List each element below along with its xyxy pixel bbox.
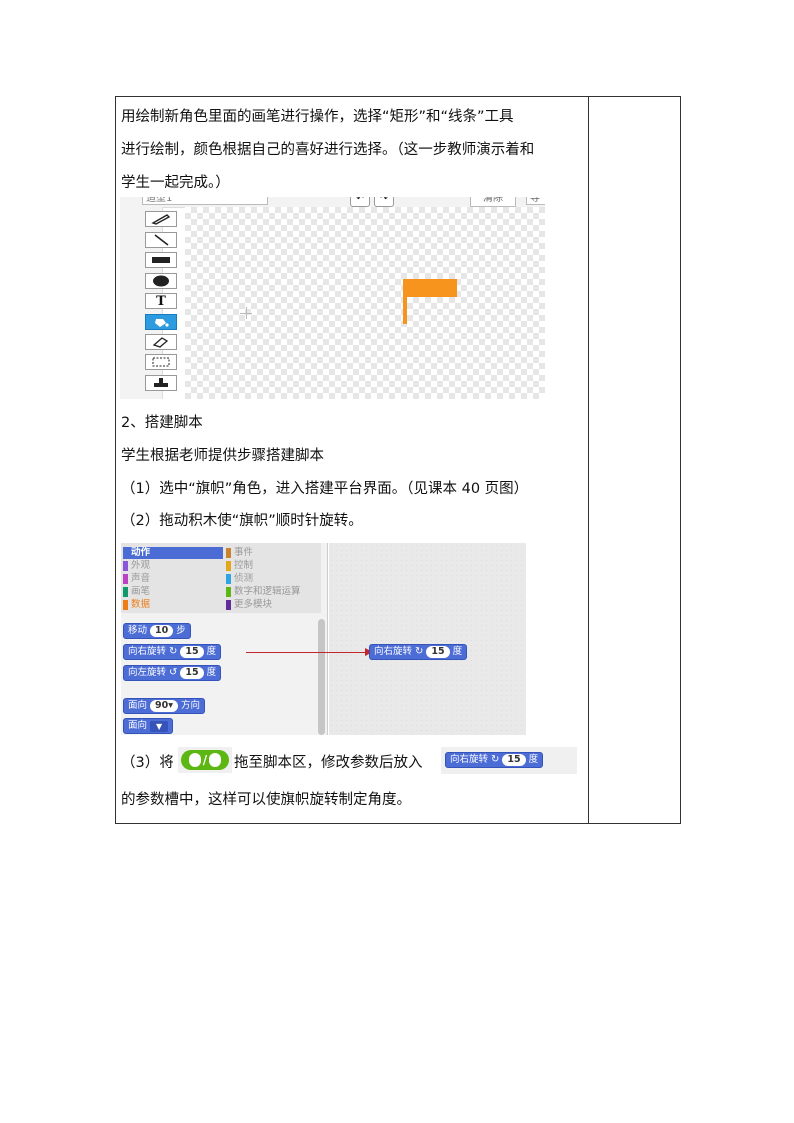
boolean-reporter-block[interactable]: / — [181, 750, 229, 770]
canvas-center-cross-v — [246, 307, 247, 319]
dragged-turn-clockwise-icon: ↻ — [415, 646, 424, 657]
undo-icon[interactable]: ↶ — [350, 197, 370, 207]
inline-deg-label: 度 — [528, 754, 539, 765]
fill-tool-icon[interactable] — [145, 314, 177, 330]
turn-counterclockwise-icon: ↺ — [169, 667, 178, 678]
scratch-blocks-screenshot: 动作 外观 声音 画笔 数据 事件 控制 侦测 数字和逻辑运算 更多模块 移动 … — [121, 543, 526, 735]
boolean-reporter-image: / — [178, 747, 232, 773]
turn-right-degrees-input[interactable]: 15 — [180, 646, 204, 658]
inline-degrees-input[interactable]: 15 — [502, 754, 526, 766]
inline-turn-right-block[interactable]: 向右旋转 ↻ 15 度 — [445, 752, 544, 768]
step-3-line2: 的参数槽中，这样可以使旗帜旋转制定角度。 — [121, 792, 411, 808]
clear-button[interactable]: 清除 — [470, 197, 516, 207]
move-steps-block[interactable]: 移动 10 步 — [123, 623, 191, 639]
paint-canvas[interactable] — [185, 207, 545, 399]
category-more-blocks[interactable]: 更多模块 — [226, 599, 272, 611]
turn-left-label: 向左旋转 — [128, 667, 167, 678]
category-operators[interactable]: 数字和逻辑运算 — [226, 586, 301, 598]
line-tool-icon[interactable] — [145, 232, 177, 248]
deg-label-2: 度 — [206, 667, 217, 678]
intro-line-1: 用绘制新角色里面的画笔进行操作，选择“矩形”和“线条”工具 — [121, 109, 514, 125]
category-pen[interactable]: 画笔 — [123, 586, 150, 598]
import-button[interactable]: 导 — [526, 197, 545, 205]
paint-editor-screenshot: 造型1 ↶ ↷ 清除 导 T — [120, 197, 545, 399]
category-control[interactable]: 控制 — [226, 560, 253, 572]
step-3-middle: 拖至脚本区，修改参数后放入 — [234, 755, 423, 771]
eraser-tool-icon[interactable] — [145, 334, 177, 350]
point-towards-label: 面向 — [128, 720, 148, 731]
category-looks[interactable]: 外观 — [123, 560, 150, 572]
flag-pole-line — [403, 279, 407, 324]
boolean-slot-right — [209, 753, 222, 767]
turn-clockwise-icon: ↻ — [169, 646, 178, 657]
chevron-down-icon[interactable]: ▼ — [150, 720, 169, 732]
category-data[interactable]: 数据 — [123, 599, 150, 611]
intro-line-3: 学生一起完成。） — [121, 175, 230, 191]
turn-right-label: 向右旋转 — [128, 646, 167, 657]
select-tool-icon[interactable] — [145, 354, 177, 370]
dragged-deg-label: 度 — [452, 646, 463, 657]
turn-left-block[interactable]: 向左旋转 ↺ 15 度 — [123, 665, 222, 681]
direction-label: 方向 — [181, 700, 201, 711]
section-2-heading: 2、搭建脚本 — [121, 415, 203, 431]
drag-arrow-line — [246, 652, 372, 653]
brush-tool-icon[interactable] — [145, 211, 177, 227]
point-towards-block[interactable]: 面向 ▼ — [123, 718, 174, 734]
category-panel: 动作 外观 声音 画笔 数据 事件 控制 侦测 数字和逻辑运算 更多模块 — [121, 543, 321, 613]
inline-turn-right-label: 向右旋转 — [450, 754, 489, 765]
move-label: 移动 — [128, 625, 148, 636]
steps-label: 步 — [176, 625, 186, 636]
boolean-slot-left — [188, 753, 201, 767]
dragged-turn-right-block[interactable]: 向右旋转 ↻ 15 度 — [369, 644, 468, 660]
dragged-degrees-input[interactable]: 15 — [426, 646, 450, 658]
content-cell: 用绘制新角色里面的画笔进行操作，选择“矩形”和“线条”工具 进行绘制，颜色根据自… — [116, 97, 588, 823]
turn-right-block[interactable]: 向右旋转 ↻ 15 度 — [123, 644, 222, 660]
lesson-table: 用绘制新角色里面的画笔进行操作，选择“矩形”和“线条”工具 进行绘制，颜色根据自… — [115, 96, 681, 824]
step-3-prefix: （3）将 — [121, 755, 174, 771]
text-tool-icon[interactable]: T — [145, 293, 177, 309]
deg-label: 度 — [206, 646, 217, 657]
category-sensing[interactable]: 侦测 — [226, 573, 253, 585]
point-in-direction-block[interactable]: 面向 90▾ 方向 — [123, 698, 206, 714]
script-area[interactable] — [329, 543, 526, 735]
move-steps-input[interactable]: 10 — [150, 625, 174, 637]
rectangle-tool-icon[interactable] — [145, 252, 177, 268]
dragged-turn-right-label: 向右旋转 — [374, 646, 413, 657]
turn-right-block-image: 向右旋转 ↻ 15 度 — [441, 747, 577, 774]
category-motion[interactable]: 动作 — [123, 547, 223, 559]
intro-line-2: 进行绘制，颜色根据自己的喜好进行选择。（这一步教师演示着和 — [121, 142, 535, 158]
palette-scrollbar[interactable] — [318, 619, 325, 735]
boolean-slash: / — [202, 753, 208, 767]
direction-dropdown[interactable]: 90▾ — [150, 700, 179, 712]
redo-icon[interactable]: ↷ — [374, 197, 394, 207]
stamp-tool-icon[interactable] — [145, 375, 177, 391]
turn-left-degrees-input[interactable]: 15 — [180, 667, 204, 679]
section-2-line1: 学生根据老师提供步骤搭建脚本 — [121, 448, 324, 464]
inline-turn-clockwise-icon: ↻ — [491, 754, 500, 765]
point-dir-label: 面向 — [128, 700, 148, 711]
ellipse-tool-icon[interactable] — [145, 273, 177, 289]
category-sound[interactable]: 声音 — [123, 573, 150, 585]
costume-name-field[interactable]: 造型1 — [142, 197, 268, 205]
category-events[interactable]: 事件 — [226, 547, 253, 559]
flag-rectangle — [403, 279, 457, 297]
step-1-text: （1）选中“旗帜”角色，进入搭建平台界面。（见课本 40 页图） — [121, 481, 529, 497]
step-2-text: （2）拖动积木使“旗帜”顺时针旋转。 — [121, 513, 363, 529]
column-divider — [588, 97, 589, 823]
